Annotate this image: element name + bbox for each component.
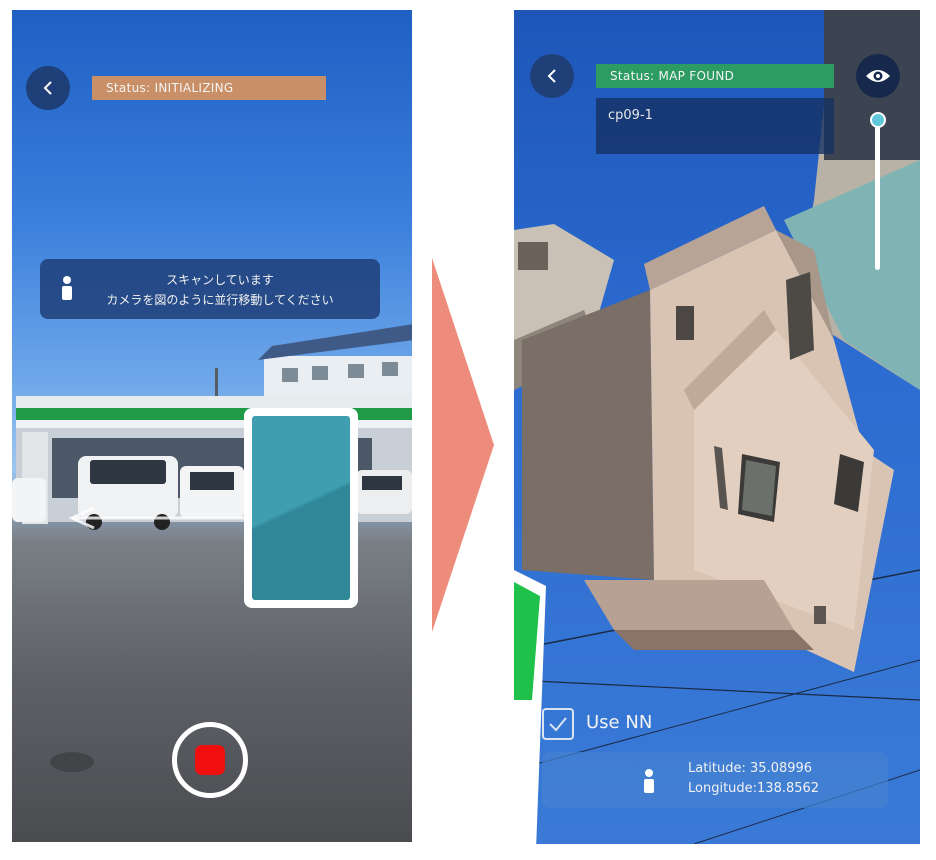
person-icon xyxy=(644,769,654,793)
record-icon xyxy=(195,745,225,775)
map-name: cp09-1 xyxy=(608,108,653,123)
eye-icon xyxy=(866,70,890,82)
back-button[interactable] xyxy=(530,54,574,98)
checkmark-icon xyxy=(549,717,567,732)
location-panel: Latitude: 35.08996 Longitude:138.8562 xyxy=(542,752,888,808)
visibility-toggle-button[interactable] xyxy=(856,54,900,98)
status-label: Status: INITIALIZING xyxy=(92,76,326,100)
scanning-screen: Status: INITIALIZING スキャンしています カメラを図のように… xyxy=(12,10,412,842)
latitude-text: Latitude: 35.08996 xyxy=(688,761,813,776)
hint-title: スキャンしています xyxy=(166,273,274,287)
opacity-slider-thumb[interactable] xyxy=(870,112,886,128)
phone-guide-screen xyxy=(252,416,350,600)
map-name-panel: cp09-1 xyxy=(596,98,834,154)
map-found-screen: Status: MAP FOUND cp09-1 Use NN Latitude xyxy=(514,10,920,844)
status-label: Status: MAP FOUND xyxy=(596,64,834,88)
hint-instruction: カメラを図のように並行移動してください xyxy=(106,293,334,307)
arrow-right-icon xyxy=(432,258,494,632)
phone-guide-icon xyxy=(244,408,358,608)
use-nn-checkbox[interactable] xyxy=(542,708,574,740)
chevron-left-icon xyxy=(43,81,52,95)
scan-hint-panel: スキャンしています カメラを図のように並行移動してください xyxy=(40,259,380,319)
record-button[interactable] xyxy=(172,722,248,798)
back-button[interactable] xyxy=(26,66,70,110)
use-nn-label: Use NN xyxy=(586,712,653,733)
chevron-left-icon xyxy=(547,69,556,83)
figure: Status: INITIALIZING スキャンしています カメラを図のように… xyxy=(0,0,936,860)
longitude-text: Longitude:138.8562 xyxy=(688,781,820,796)
opacity-slider-track[interactable] xyxy=(875,120,880,270)
